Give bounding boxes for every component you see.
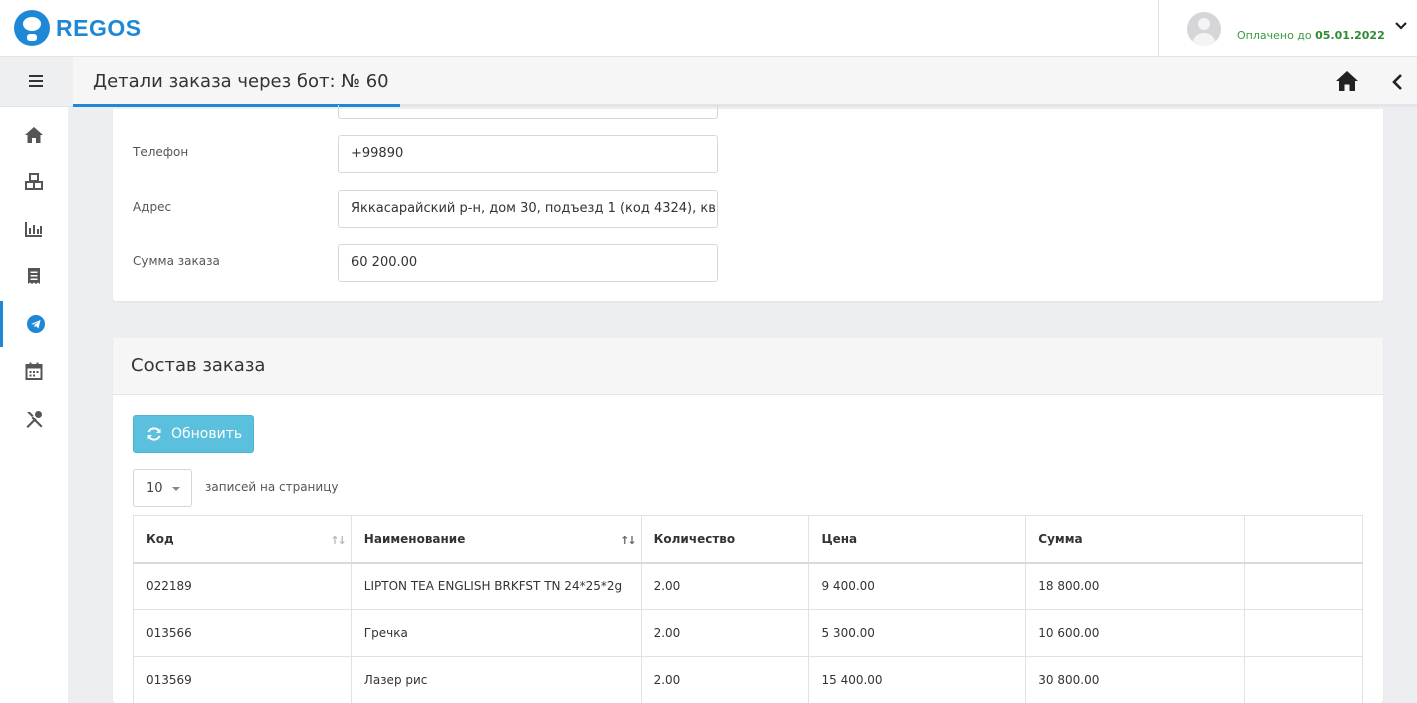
chevron-left-icon[interactable] — [1391, 73, 1405, 91]
paid-date: 05.01.2022 — [1315, 29, 1385, 42]
cell-sum: 10 600.00 — [1025, 609, 1246, 657]
cell-quantity: 2.00 — [640, 562, 810, 610]
column-header-quantity: Количество — [640, 515, 810, 564]
refresh-label: Обновить — [171, 426, 243, 442]
order-sum-field[interactable]: 60 200.00 — [338, 244, 718, 282]
cell-actions — [1244, 656, 1363, 703]
column-header-price: Цена — [808, 515, 1027, 564]
cell-price: 5 300.00 — [808, 609, 1027, 657]
table-header-row: Код ↑↓ Наименование ↑↓ Количество Цена Сум… — [133, 515, 1363, 564]
sidebar — [0, 57, 73, 703]
paid-prefix: Оплачено до — [1237, 29, 1312, 42]
page-size-value: 10 — [146, 481, 163, 496]
order-items-table: Код ↑↓ Наименование ↑↓ Количество Цена Сум… — [133, 515, 1363, 703]
phone-label: Телефон — [133, 145, 189, 159]
panel-header: Состав заказа — [113, 338, 1383, 395]
order-items-panel: Состав заказа Обновить 10 записей на стр… — [113, 338, 1383, 703]
cell-name: Лазер рис — [350, 656, 642, 703]
home-button[interactable] — [1335, 69, 1359, 93]
top-header: REGOS Оплачено до 05.01.2022 — [0, 0, 1417, 57]
order-sum-label: Сумма заказа — [133, 254, 220, 268]
cell-name: LIPTON TEA ENGLISH BRKFST TN 24*25*2g — [350, 562, 642, 610]
logo-icon — [14, 10, 50, 46]
sidebar-item-reports[interactable] — [0, 206, 68, 252]
cell-sum: 18 800.00 — [1025, 562, 1246, 610]
cell-sum: 30 800.00 — [1025, 656, 1246, 703]
sidebar-item-settings[interactable] — [0, 396, 68, 442]
order-info-panel: Телефон +99890 Адрес Яккасарайский р-н, … — [113, 105, 1383, 301]
menu-toggle-button[interactable] — [0, 57, 73, 107]
cell-quantity: 2.00 — [640, 609, 810, 657]
cell-code: 013566 — [133, 609, 352, 657]
table-row[interactable]: 022189 LIPTON TEA ENGLISH BRKFST TN 24*2… — [133, 562, 1363, 610]
telegram-icon — [26, 315, 45, 333]
sidebar-item-telegram[interactable] — [0, 301, 68, 347]
table-row[interactable]: 013569 Лазер рис 2.00 15 400.00 30 800.0… — [133, 656, 1363, 703]
column-header-actions — [1244, 515, 1363, 564]
refresh-icon — [147, 427, 161, 441]
logo[interactable]: REGOS — [14, 10, 142, 46]
logo-text: REGOS — [56, 14, 142, 41]
caret-down-icon — [172, 487, 180, 491]
boxes-icon — [25, 173, 43, 190]
user-menu[interactable]: Оплачено до 05.01.2022 — [1158, 0, 1417, 57]
home-icon — [25, 127, 43, 143]
address-label: Адрес — [133, 200, 172, 214]
refresh-button[interactable]: Обновить — [133, 415, 254, 453]
cell-name: Гречка — [350, 609, 642, 657]
avatar[interactable] — [1187, 12, 1221, 46]
cell-price: 9 400.00 — [808, 562, 1027, 610]
page-title: Детали заказа через бот: № 60 — [93, 71, 389, 92]
bar-chart-icon — [25, 222, 42, 237]
sidebar-item-calendar[interactable] — [0, 348, 68, 394]
subscription-status: Оплачено до 05.01.2022 — [1237, 29, 1385, 42]
cell-code: 022189 — [133, 562, 352, 610]
column-header-sum: Сумма — [1025, 515, 1246, 564]
sidebar-item-documents[interactable] — [0, 253, 68, 299]
page-size-select[interactable]: 10 — [133, 469, 192, 507]
receipt-icon — [28, 268, 40, 284]
address-field[interactable]: Яккасарайский р-н, дом 30, подъезд 1 (ко… — [338, 190, 718, 228]
cell-quantity: 2.00 — [640, 656, 810, 703]
cell-code: 013569 — [133, 656, 352, 703]
cell-actions — [1244, 609, 1363, 657]
calendar-icon — [25, 362, 43, 380]
name-field[interactable] — [338, 105, 718, 119]
table-row[interactable]: 013566 Гречка 2.00 5 300.00 10 600.00 — [133, 609, 1363, 657]
sort-icon[interactable]: ↑↓ — [620, 534, 637, 547]
chevron-down-icon[interactable] — [1393, 18, 1409, 34]
panel-title: Состав заказа — [131, 355, 266, 376]
tools-icon — [26, 411, 43, 428]
cell-price: 15 400.00 — [808, 656, 1027, 703]
hamburger-icon — [29, 75, 43, 87]
column-header-code[interactable]: Код ↑↓ — [133, 515, 352, 564]
sidebar-item-products[interactable] — [0, 159, 68, 205]
cell-actions — [1244, 562, 1363, 610]
phone-field[interactable]: +99890 — [338, 135, 718, 173]
column-header-name[interactable]: Наименование ↑↓ — [350, 515, 642, 564]
sidebar-item-home[interactable] — [0, 112, 68, 158]
page-header: Детали заказа через бот: № 60 — [73, 57, 1417, 107]
page-size-label: записей на страницу — [205, 480, 339, 494]
sort-icon[interactable]: ↑↓ — [330, 534, 347, 547]
